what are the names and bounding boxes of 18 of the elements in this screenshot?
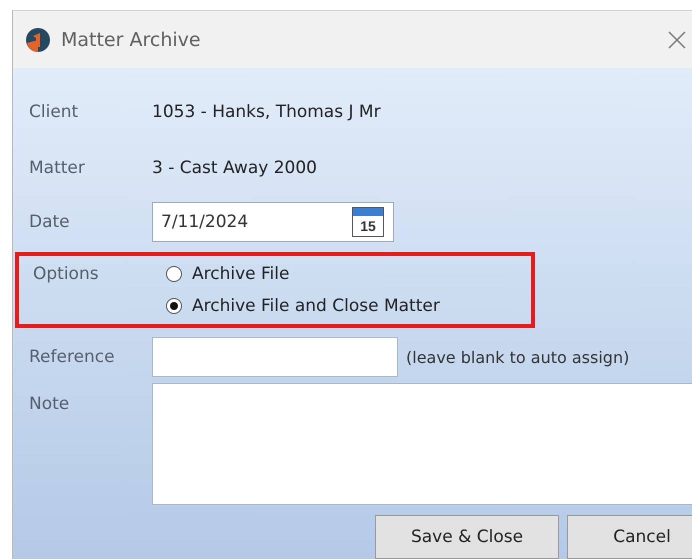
field-label: Client — [29, 102, 80, 122]
logo-icon — [25, 26, 51, 52]
cancel-button[interactable]: Cancel — [567, 515, 692, 559]
field-label: Matter — [29, 158, 86, 178]
radio-option[interactable]: Archive File — [166, 264, 531, 284]
save-close-button[interactable]: Save & Close — [375, 515, 559, 559]
field-label: Note — [29, 393, 70, 414]
date-field[interactable]: 7/11/2024 15 — [152, 202, 394, 242]
field-value: 1053 - Hanks, Thomas J Mr — [152, 102, 382, 122]
reference-field[interactable] — [152, 337, 398, 377]
field-label: Reference — [29, 347, 116, 367]
radio-option[interactable]: Archive File and Close Matter — [166, 296, 531, 316]
hint-text: (leave blank to auto assign) — [406, 348, 630, 366]
field-label: Date — [29, 212, 71, 232]
window-title: Matter Archive — [61, 28, 201, 50]
field-label: Options — [33, 264, 100, 284]
field-value: 3 - Cast Away 2000 — [152, 158, 318, 178]
note-field[interactable] — [152, 383, 692, 505]
